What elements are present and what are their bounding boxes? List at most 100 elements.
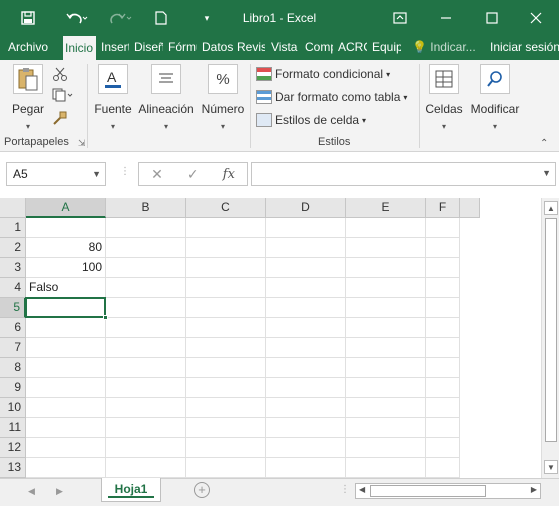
cell-d13[interactable]	[266, 458, 346, 478]
cell-f7[interactable]	[426, 338, 460, 358]
cell-d6[interactable]	[266, 318, 346, 338]
enter-icon[interactable]: ✓	[187, 166, 199, 183]
tab-datos[interactable]: Datos	[200, 36, 233, 60]
cell-d7[interactable]	[266, 338, 346, 358]
scroll-down-icon[interactable]: ▼	[544, 460, 558, 474]
cell-b1[interactable]	[106, 218, 186, 238]
paste-button[interactable]: Pegar ▾	[10, 64, 46, 131]
tab-archivo[interactable]: Archivo	[6, 36, 60, 60]
cell-b8[interactable]	[106, 358, 186, 378]
row-header-7[interactable]: 7	[0, 338, 26, 358]
alignment-button[interactable]: Alineación ▾	[137, 64, 195, 131]
tab-acrobat[interactable]: ACROBAT	[336, 36, 367, 60]
sheet-tab-hoja1[interactable]: Hoja1	[101, 478, 161, 502]
cell-a8[interactable]	[26, 358, 106, 378]
format-as-table-button[interactable]: Dar formato como tabla ▾	[256, 87, 407, 107]
row-header-12[interactable]: 12	[0, 438, 26, 458]
cell-e7[interactable]	[346, 338, 426, 358]
cell-b5[interactable]	[106, 298, 186, 318]
cell-c1[interactable]	[186, 218, 266, 238]
cell-f1[interactable]	[426, 218, 460, 238]
row-header-5[interactable]: 5	[0, 298, 26, 318]
cell-c7[interactable]	[186, 338, 266, 358]
cell-b11[interactable]	[106, 418, 186, 438]
column-header-c[interactable]: C	[186, 198, 266, 218]
tab-formulas[interactable]: Fórmulas	[166, 36, 197, 60]
select-all-corner[interactable]	[0, 198, 26, 218]
column-header-g[interactable]	[460, 198, 480, 218]
tab-inicio[interactable]: Inicio	[63, 36, 96, 60]
cell-d5[interactable]	[266, 298, 346, 318]
cell-b2[interactable]	[106, 238, 186, 258]
cell-a3[interactable]: 100	[26, 258, 106, 278]
cell-a11[interactable]	[26, 418, 106, 438]
cell-d2[interactable]	[266, 238, 346, 258]
number-button[interactable]: % Número ▾	[200, 64, 246, 131]
cell-c9[interactable]	[186, 378, 266, 398]
row-header-3[interactable]: 3	[0, 258, 26, 278]
cut-icon[interactable]	[52, 66, 68, 85]
copy-icon[interactable]	[52, 88, 74, 105]
tab-diseno[interactable]: Diseño de página	[132, 36, 163, 60]
close-icon[interactable]	[513, 0, 559, 36]
cell-f6[interactable]	[426, 318, 460, 338]
cell-b4[interactable]	[106, 278, 186, 298]
scroll-up-icon[interactable]: ▲	[544, 201, 558, 215]
fill-handle[interactable]	[103, 315, 108, 320]
tab-revisar[interactable]: Revisar	[235, 36, 265, 60]
cell-b3[interactable]	[106, 258, 186, 278]
cell-f11[interactable]	[426, 418, 460, 438]
font-button[interactable]: A Fuente ▾	[93, 64, 133, 131]
cell-c10[interactable]	[186, 398, 266, 418]
cell-c4[interactable]	[186, 278, 266, 298]
sign-in-link[interactable]: Iniciar sesión	[488, 36, 559, 60]
cell-d11[interactable]	[266, 418, 346, 438]
cell-e4[interactable]	[346, 278, 426, 298]
conditional-format-button[interactable]: Formato condicional ▾	[256, 64, 390, 84]
cell-a12[interactable]	[26, 438, 106, 458]
column-header-a[interactable]: A	[26, 198, 106, 218]
cell-a13[interactable]	[26, 458, 106, 478]
row-header-1[interactable]: 1	[0, 218, 26, 238]
cell-e13[interactable]	[346, 458, 426, 478]
row-header-8[interactable]: 8	[0, 358, 26, 378]
tab-equipo[interactable]: Equipo	[370, 36, 401, 60]
cell-f13[interactable]	[426, 458, 460, 478]
scroll-right-icon[interactable]: ▶	[531, 485, 537, 494]
cell-styles-button[interactable]: Estilos de celda ▾	[256, 110, 366, 130]
row-header-2[interactable]: 2	[0, 238, 26, 258]
cell-a2[interactable]: 80	[26, 238, 106, 258]
cell-e10[interactable]	[346, 398, 426, 418]
cell-c8[interactable]	[186, 358, 266, 378]
cell-b7[interactable]	[106, 338, 186, 358]
formula-input[interactable]: ▼	[251, 162, 556, 186]
cell-c12[interactable]	[186, 438, 266, 458]
scroll-thumb[interactable]	[545, 218, 557, 442]
name-box[interactable]: A5 ▼	[6, 162, 106, 186]
cell-b10[interactable]	[106, 398, 186, 418]
cell-c6[interactable]	[186, 318, 266, 338]
cell-a1[interactable]	[26, 218, 106, 238]
scroll-left-icon[interactable]: ◀	[359, 485, 365, 494]
cell-d4[interactable]	[266, 278, 346, 298]
cell-e11[interactable]	[346, 418, 426, 438]
cell-f4[interactable]	[426, 278, 460, 298]
cancel-icon[interactable]: ✕	[151, 166, 163, 183]
cell-d8[interactable]	[266, 358, 346, 378]
cell-c11[interactable]	[186, 418, 266, 438]
splitter-dots-icon[interactable]: ⋮	[340, 484, 350, 495]
cell-f3[interactable]	[426, 258, 460, 278]
cell-e12[interactable]	[346, 438, 426, 458]
add-sheet-icon[interactable]: +	[194, 482, 210, 498]
cell-a6[interactable]	[26, 318, 106, 338]
minimize-icon[interactable]	[423, 0, 469, 36]
cell-b6[interactable]	[106, 318, 186, 338]
cells-button[interactable]: Celdas ▾	[424, 64, 464, 131]
editing-button[interactable]: Modificar ▾	[468, 64, 522, 131]
cell-e2[interactable]	[346, 238, 426, 258]
row-header-9[interactable]: 9	[0, 378, 26, 398]
column-header-b[interactable]: B	[106, 198, 186, 218]
cell-e3[interactable]	[346, 258, 426, 278]
scroll-thumb[interactable]	[370, 485, 486, 497]
cell-c3[interactable]	[186, 258, 266, 278]
